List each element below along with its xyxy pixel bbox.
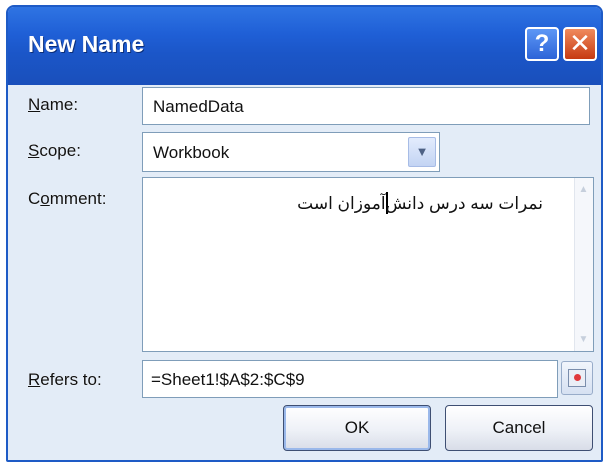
- scope-label-text: cope:: [39, 141, 81, 160]
- close-button[interactable]: ✕: [563, 27, 597, 61]
- title-bar[interactable]: New Name ? ✕: [8, 7, 601, 85]
- comment-label: Comment:: [28, 189, 106, 209]
- comment-access-key: o: [40, 189, 50, 208]
- name-input[interactable]: NamedData: [142, 87, 590, 125]
- close-icon: ✕: [569, 28, 591, 58]
- chevron-down-icon[interactable]: ▼: [408, 137, 436, 167]
- comment-scrollbar[interactable]: ▲ ▼: [574, 178, 593, 351]
- scroll-up-icon[interactable]: ▲: [575, 181, 592, 198]
- name-label-text: ame:: [40, 95, 79, 114]
- scope-value: Workbook: [153, 143, 230, 162]
- refers-to-value: =Sheet1!$A$2:$C$9: [151, 370, 305, 389]
- scope-access-key: S: [28, 141, 40, 160]
- scroll-down-icon[interactable]: ▼: [575, 331, 592, 348]
- comment-text: نمرات سه درس دانش‌آموزان است: [297, 194, 543, 213]
- comment-label-pre: C: [28, 189, 41, 208]
- refers-to-input[interactable]: =Sheet1!$A$2:$C$9: [142, 360, 558, 398]
- name-label: Name:: [28, 95, 78, 115]
- dialog-title: New Name: [28, 31, 145, 57]
- cancel-button[interactable]: Cancel: [445, 405, 593, 451]
- refers-to-access-key: R: [28, 370, 41, 389]
- scope-select[interactable]: Workbook ▼: [142, 132, 440, 172]
- ok-button[interactable]: OK: [283, 405, 431, 451]
- comment-textarea[interactable]: نمرات سه درس دانش‌آموزان است ▲ ▼: [142, 177, 594, 352]
- new-name-dialog: New Name ? ✕ Name: NamedData Scope: Work…: [6, 5, 603, 462]
- collapse-dialog-button[interactable]: [561, 361, 593, 395]
- refers-to-label-text: efers to:: [40, 370, 102, 389]
- help-button[interactable]: ?: [525, 27, 559, 61]
- comment-label-text: mment:: [49, 189, 107, 208]
- refers-to-label: Refers to:: [28, 370, 102, 390]
- collapse-dialog-icon: [568, 369, 586, 387]
- scope-label: Scope:: [28, 141, 81, 161]
- name-value: NamedData: [153, 97, 244, 116]
- help-icon: ?: [534, 30, 550, 57]
- name-access-key: N: [28, 95, 41, 114]
